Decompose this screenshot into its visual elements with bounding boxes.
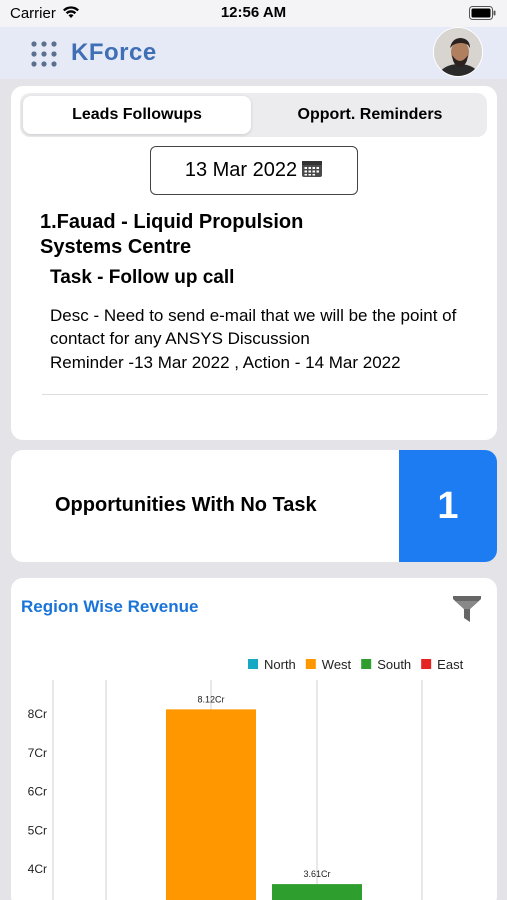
tab-opport-reminders[interactable]: Opport. Reminders — [256, 96, 484, 134]
opportunities-count: 1 — [437, 484, 459, 527]
legend-label-east: East — [437, 657, 463, 672]
filter-icon[interactable] — [452, 594, 482, 629]
date-picker[interactable]: 13 Mar 2022 — [150, 146, 358, 195]
opportunities-card[interactable]: Opportunities With No Task 1 — [11, 450, 497, 562]
bar-south — [272, 884, 362, 900]
status-bar: Carrier 12:56 AM — [0, 0, 507, 27]
y-tick-label: 5Cr — [28, 823, 47, 837]
lead-reminder: Reminder -13 Mar 2022 , Action - 14 Mar … — [50, 353, 401, 372]
leads-segmented-control: Leads Followups Opport. Reminders — [20, 93, 487, 137]
app-title: KForce — [71, 39, 157, 66]
date-value: 13 Mar 2022 — [184, 159, 298, 181]
lead-task: Task - Follow up call — [50, 267, 235, 288]
bar-value-label: 3.61Cr — [303, 869, 330, 879]
tab-leads-followups[interactable]: Leads Followups — [23, 96, 251, 134]
legend-swatch-north — [248, 659, 258, 669]
bar-value-label: 8.12Cr — [197, 694, 224, 704]
legend-label-west: West — [322, 657, 352, 672]
lead-description: Desc - Need to send e-mail that we will … — [50, 306, 457, 348]
leads-card: Leads Followups Opport. Reminders 13 Mar… — [11, 86, 497, 440]
y-tick-label: 6Cr — [28, 785, 47, 799]
chart-title: Region Wise Revenue — [21, 597, 199, 616]
legend-swatch-south — [361, 659, 372, 669]
legend-swatch-west — [305, 659, 316, 669]
status-time: 12:56 AM — [220, 4, 287, 21]
lead-title[interactable]: 1.Fauad - Liquid Propulsion Systems Cent… — [40, 210, 340, 260]
battery-icon — [469, 6, 497, 25]
nav-bar: KForce — [0, 27, 507, 79]
avatar[interactable] — [433, 27, 483, 77]
legend-label-south: South — [377, 657, 411, 672]
opportunities-count-badge[interactable]: 1 — [399, 450, 497, 562]
region-revenue-card: 4Cr 5Cr 6Cr 7Cr 8Cr North West South East 8.12Cr 3… — [11, 578, 497, 900]
bar-west — [166, 709, 256, 900]
divider — [42, 394, 488, 395]
y-tick-label: 4Cr — [28, 862, 47, 876]
calendar-icon — [301, 158, 323, 184]
menu-grid-icon[interactable] — [30, 40, 58, 73]
region-revenue-chart: 4Cr 5Cr 6Cr 7Cr 8Cr North West South East 8.12Cr 3… — [28, 657, 464, 900]
opportunities-label: Opportunities With No Task — [55, 494, 317, 516]
legend-swatch-east — [421, 659, 432, 669]
y-tick-label: 7Cr — [28, 746, 47, 760]
legend-label-north: North — [264, 657, 296, 672]
y-tick-label: 8Cr — [28, 707, 47, 721]
